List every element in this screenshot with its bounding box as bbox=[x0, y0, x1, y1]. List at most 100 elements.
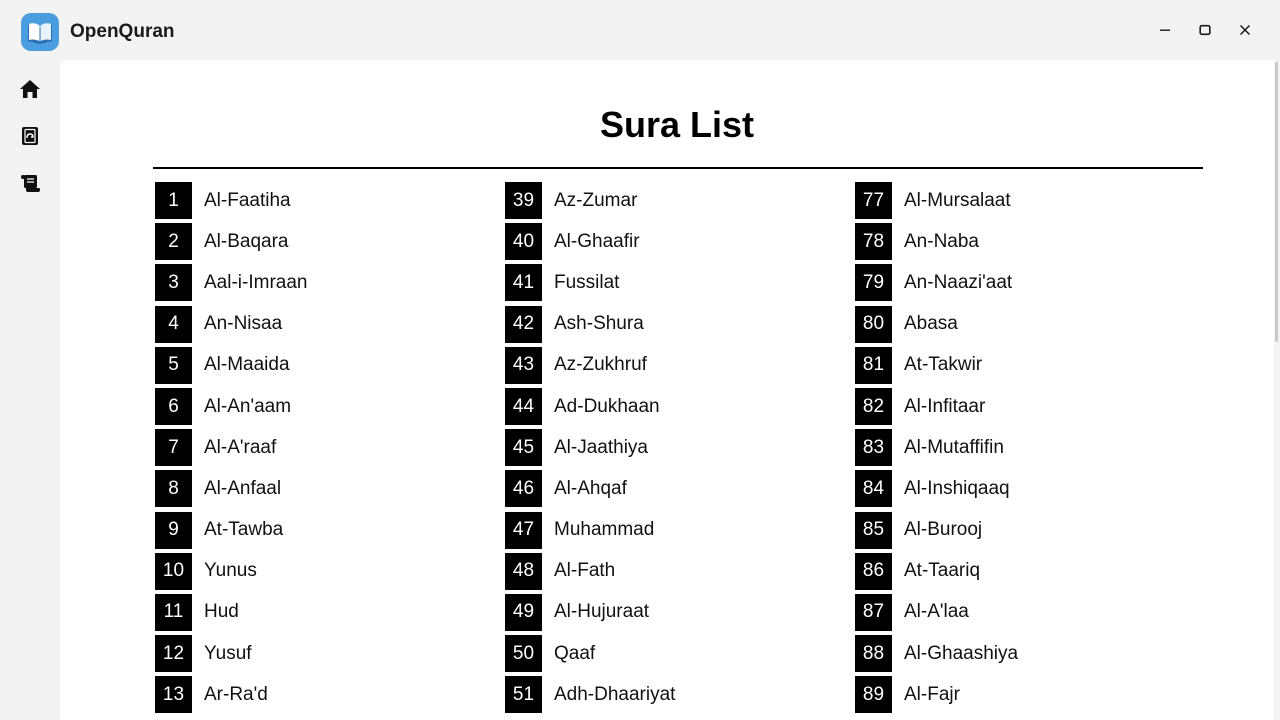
sura-name: Aal-i-Imraan bbox=[204, 271, 308, 293]
sura-list-item[interactable]: 4 An-Nisaa bbox=[155, 304, 495, 345]
sura-list-item[interactable]: 44 Ad-Dukhaan bbox=[505, 386, 845, 427]
scrollbar-thumb[interactable] bbox=[1275, 62, 1278, 342]
close-icon bbox=[1239, 24, 1251, 36]
sura-list-item[interactable]: 42 Ash-Shura bbox=[505, 304, 845, 345]
sura-list-item[interactable]: 89 Al-Fajr bbox=[855, 674, 1195, 715]
sidebar-item-quran[interactable] bbox=[14, 122, 46, 154]
sura-list-item[interactable]: 84 Al-Inshiqaaq bbox=[855, 468, 1195, 509]
sura-name: Al-Hujuraat bbox=[554, 601, 650, 623]
sura-name: At-Tawba bbox=[204, 519, 284, 541]
sura-number-badge: 7 bbox=[155, 429, 192, 467]
sura-number-badge: 85 bbox=[855, 511, 892, 549]
sura-list-item[interactable]: 6 Al-An'aam bbox=[155, 386, 495, 427]
sura-name: Muhammad bbox=[554, 519, 655, 541]
sura-list-item[interactable]: 45 Al-Jaathiya bbox=[505, 427, 845, 468]
sura-list-item[interactable]: 88 Al-Ghaashiya bbox=[855, 633, 1195, 674]
sura-number-badge: 46 bbox=[505, 470, 542, 508]
sura-number-badge: 41 bbox=[505, 264, 542, 302]
sura-list-item[interactable]: 40 Al-Ghaafir bbox=[505, 221, 845, 262]
sura-number-badge: 80 bbox=[855, 305, 892, 343]
sura-number-badge: 5 bbox=[155, 346, 192, 384]
sura-name: Al-Mursalaat bbox=[904, 189, 1011, 211]
sura-list-item[interactable]: 43 Az-Zukhruf bbox=[505, 345, 845, 386]
sura-name: Az-Zukhruf bbox=[554, 354, 647, 376]
sura-number-badge: 1 bbox=[155, 182, 192, 220]
sura-list-item[interactable]: 10 Yunus bbox=[155, 551, 495, 592]
sura-list-item[interactable]: 39 Az-Zumar bbox=[505, 180, 845, 221]
sura-number-badge: 3 bbox=[155, 264, 192, 302]
sura-name: Al-Mutaffifin bbox=[904, 436, 1004, 458]
sura-list-item[interactable]: 5 Al-Maaida bbox=[155, 345, 495, 386]
sura-list-item[interactable]: 83 Al-Mutaffifin bbox=[855, 427, 1195, 468]
close-button[interactable] bbox=[1229, 16, 1261, 44]
sura-number-badge: 4 bbox=[155, 305, 192, 343]
sura-name: An-Nisaa bbox=[204, 313, 283, 335]
sura-name: Yunus bbox=[204, 560, 257, 582]
sura-list-item[interactable]: 13 Ar-Ra'd bbox=[155, 674, 495, 715]
sura-name: Al-Jaathiya bbox=[554, 436, 648, 458]
sura-list-item[interactable]: 41 Fussilat bbox=[505, 262, 845, 303]
sura-list-item[interactable]: 8 Al-Anfaal bbox=[155, 468, 495, 509]
sura-name: Al-Maaida bbox=[204, 354, 290, 376]
sura-number-badge: 79 bbox=[855, 264, 892, 302]
sura-number-badge: 40 bbox=[505, 223, 542, 261]
sura-list-item[interactable]: 7 Al-A'raaf bbox=[155, 427, 495, 468]
sura-number-badge: 43 bbox=[505, 346, 542, 384]
sura-list-item[interactable]: 50 Qaaf bbox=[505, 633, 845, 674]
sura-list-item[interactable]: 11 Hud bbox=[155, 592, 495, 633]
sura-name: Al-Inshiqaaq bbox=[904, 477, 1010, 499]
sura-list-item[interactable]: 12 Yusuf bbox=[155, 633, 495, 674]
sura-list-item[interactable]: 47 Muhammad bbox=[505, 510, 845, 551]
sura-list-item[interactable]: 46 Al-Ahqaf bbox=[505, 468, 845, 509]
sura-number-badge: 49 bbox=[505, 593, 542, 631]
sura-name: Adh-Dhaariyat bbox=[554, 683, 676, 705]
sura-list-item[interactable]: 48 Al-Fath bbox=[505, 551, 845, 592]
sura-column-3: 77 Al-Mursalaat 78 An-Naba 79 An-Naazi'aat 80 A… bbox=[855, 180, 1195, 715]
sura-list-item[interactable]: 49 Al-Hujuraat bbox=[505, 592, 845, 633]
sura-list-item[interactable]: 77 Al-Mursalaat bbox=[855, 180, 1195, 221]
sura-number-badge: 13 bbox=[155, 676, 192, 714]
sura-list-item[interactable]: 82 Al-Infitaar bbox=[855, 386, 1195, 427]
sura-number-badge: 6 bbox=[155, 388, 192, 426]
sura-list-item[interactable]: 78 An-Naba bbox=[855, 221, 1195, 262]
sura-number-badge: 83 bbox=[855, 429, 892, 467]
sura-name: Al-Baqara bbox=[204, 230, 289, 252]
sura-list-item[interactable]: 81 At-Takwir bbox=[855, 345, 1195, 386]
sura-name: Ar-Ra'd bbox=[204, 683, 268, 705]
sura-number-badge: 81 bbox=[855, 346, 892, 384]
page-title: Sura List bbox=[599, 104, 755, 145]
sura-number-badge: 87 bbox=[855, 593, 892, 631]
sura-number-badge: 82 bbox=[855, 388, 892, 426]
sura-number-badge: 77 bbox=[855, 182, 892, 220]
sura-list-item[interactable]: 86 At-Taariq bbox=[855, 551, 1195, 592]
sura-number-badge: 12 bbox=[155, 635, 192, 673]
sura-name: Al-Anfaal bbox=[204, 477, 282, 499]
sura-name: Al-Infitaar bbox=[904, 395, 986, 417]
content-panel: Sura List 1 Al-Faatiha 2 Al-Baqara 3 Aal-i-Im… bbox=[60, 60, 1274, 720]
sura-column-1: 1 Al-Faatiha 2 Al-Baqara 3 Aal-i-Imraan 4 An-Ni… bbox=[155, 180, 495, 715]
sura-name: Al-Burooj bbox=[904, 519, 983, 541]
title-bar: OpenQuran bbox=[0, 0, 1280, 60]
title-divider bbox=[153, 167, 1203, 169]
sidebar-item-home[interactable] bbox=[14, 75, 46, 107]
sura-number-badge: 89 bbox=[855, 676, 892, 714]
sura-number-badge: 78 bbox=[855, 223, 892, 261]
sura-number-badge: 10 bbox=[155, 552, 192, 590]
sura-list-item[interactable]: 2 Al-Baqara bbox=[155, 221, 495, 262]
minimize-button[interactable] bbox=[1149, 16, 1181, 44]
sura-number-badge: 42 bbox=[505, 305, 542, 343]
sura-list-item[interactable]: 51 Adh-Dhaariyat bbox=[505, 674, 845, 715]
sidebar-item-scroll[interactable] bbox=[14, 169, 46, 201]
sura-list-item[interactable]: 80 Abasa bbox=[855, 304, 1195, 345]
sura-list-item[interactable]: 1 Al-Faatiha bbox=[155, 180, 495, 221]
minimize-icon bbox=[1159, 24, 1171, 36]
sura-list-item[interactable]: 87 Al-A'laa bbox=[855, 592, 1195, 633]
sura-list-item[interactable]: 79 An-Naazi'aat bbox=[855, 262, 1195, 303]
maximize-button[interactable] bbox=[1189, 16, 1221, 44]
sura-list-item[interactable]: 3 Aal-i-Imraan bbox=[155, 262, 495, 303]
sura-list-item[interactable]: 9 At-Tawba bbox=[155, 510, 495, 551]
sura-number-badge: 86 bbox=[855, 552, 892, 590]
quran-book-icon bbox=[21, 126, 39, 151]
sura-number-badge: 48 bbox=[505, 552, 542, 590]
sura-list-item[interactable]: 85 Al-Burooj bbox=[855, 510, 1195, 551]
